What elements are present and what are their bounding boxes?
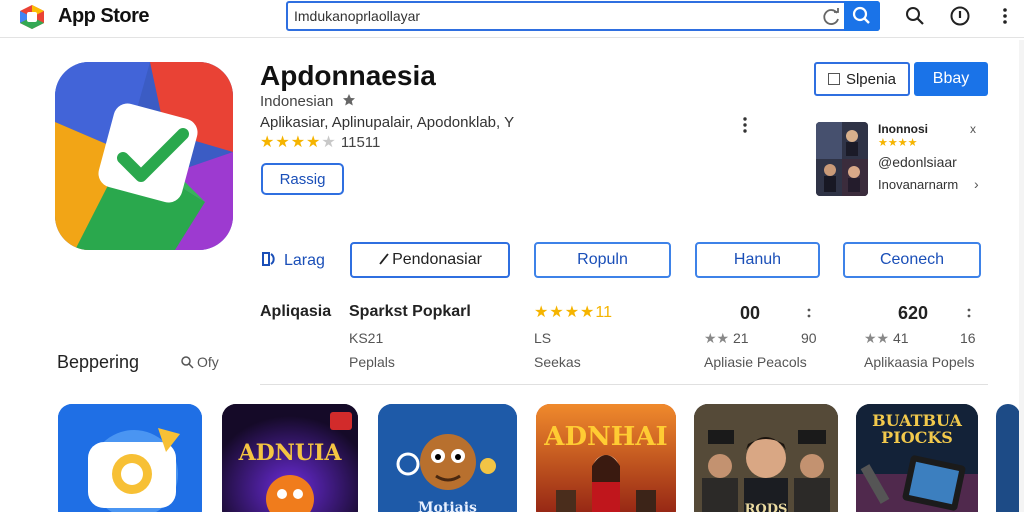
tile-adnuia-game[interactable]: ADNUIA: [222, 404, 358, 512]
tile-adnhai-game[interactable]: ADNHAI: [536, 404, 676, 512]
stat-col3-stars: ★★★★: [534, 304, 596, 321]
more-options-icon[interactable]: [737, 115, 753, 135]
share-button[interactable]: Slpenia: [814, 62, 910, 96]
rating-row: ★★★★★ 11511: [260, 132, 380, 152]
related-app-handle: @edonlsiaar: [878, 154, 957, 170]
refresh-icon[interactable]: [820, 6, 842, 28]
stat-col3-value: LS: [534, 330, 552, 346]
app-title: Apdonnaesia: [260, 60, 436, 91]
stat-col4-dots-icon: [807, 308, 811, 318]
language-label: Larag: [284, 252, 325, 269]
related-app-name: Inonnosi: [878, 122, 928, 136]
search-input[interactable]: [294, 5, 814, 27]
stat-col3-value-text: 11: [595, 304, 612, 321]
app-categories: Aplikasiar, Aplinupalair, Apodonklab, Y: [260, 114, 515, 131]
tab-hanuh[interactable]: Hanuh: [695, 242, 820, 278]
install-button[interactable]: Rassig: [261, 163, 344, 195]
camera-app-icon: [58, 404, 202, 512]
tab-ropuln[interactable]: Ropuln: [534, 242, 671, 278]
tile-title: RODS: [744, 502, 788, 512]
tab-pendonasiar[interactable]: Pendonasiar: [350, 242, 510, 278]
tile-title: ADNUIA: [238, 440, 342, 466]
stat-col2-title: Sparkst Popkarl: [349, 303, 471, 320]
stat-col3-sub: Seekas: [534, 354, 581, 370]
search-box[interactable]: [286, 1, 880, 31]
language-selector[interactable]: Larag: [260, 250, 325, 270]
tile-hero-game[interactable]: RODS: [694, 404, 838, 512]
tab-ceonech[interactable]: Ceonech: [843, 242, 981, 278]
tab-label: Ceonech: [879, 251, 945, 268]
pencil-icon: [379, 253, 389, 265]
info-icon[interactable]: [949, 5, 971, 27]
tile-monkey-game[interactable]: Motiais: [378, 404, 517, 512]
app-logo-icon: [55, 62, 233, 250]
app-store-logo-icon: [20, 5, 44, 29]
store-brand: App Store: [58, 5, 150, 27]
app-icon: [55, 62, 233, 250]
search-icon: [181, 356, 194, 369]
developer-name[interactable]: Indonesian: [260, 93, 333, 110]
language-icon: [262, 252, 275, 266]
stat-col5-value: 620: [898, 303, 929, 323]
stat-col5-rating: ★★ 41: [864, 330, 909, 346]
stat-col4-value: 00: [740, 303, 761, 323]
magnifier-icon[interactable]: [904, 5, 926, 27]
related-app-subtitle: Inovanarnarm: [878, 177, 959, 192]
section-search[interactable]: Ofy: [180, 354, 219, 370]
top-bar: App Store: [0, 0, 1024, 38]
search-button[interactable]: [844, 1, 880, 31]
tile-camera-app[interactable]: [58, 404, 202, 512]
tile-buatbua-game[interactable]: BUATBUA PIOCKS: [856, 404, 978, 512]
tab-label: Hanuh: [733, 251, 782, 268]
hero-game-art: [694, 404, 838, 512]
rating-count: 11511: [340, 134, 381, 151]
stat-col2-value: KS21: [349, 330, 384, 346]
divider: [260, 384, 988, 385]
developer-row: Indonesian: [260, 93, 356, 110]
tile-title: ADNHAI: [544, 422, 668, 452]
stat-col5-sub: Aplikaasia Popels: [864, 354, 975, 370]
scrollbar[interactable]: [1019, 40, 1024, 512]
tile-title: Motiais: [418, 500, 477, 512]
related-app-stars: ★★★★: [878, 137, 918, 149]
verified-star-icon: [342, 94, 355, 106]
chevron-right-icon[interactable]: ›: [974, 176, 979, 192]
stat-col5-dots-icon: [967, 308, 971, 318]
related-app-card[interactable]: Inonnosi x ★★★★ @edonlsiaar Inovanarnarm…: [814, 120, 994, 200]
stat-col1-title: Apliqasia: [260, 303, 332, 320]
buy-button[interactable]: Bbay: [914, 62, 988, 96]
tab-label: Pendonasiar: [392, 251, 482, 268]
stat-col4-sub: Apliasie Peacols: [704, 354, 807, 370]
more-vertical-icon[interactable]: [994, 5, 1016, 27]
section-search-label: Ofy: [197, 354, 219, 370]
rating-stars: ★★★★★: [260, 134, 337, 151]
stat-col4-side: 90: [801, 330, 817, 346]
share-icon: [827, 72, 840, 85]
search-icon: [852, 6, 870, 24]
stat-col3-rating: ★★★★11: [534, 302, 612, 322]
tile-title: BUATBUA PIOCKS: [872, 411, 962, 447]
share-label: Slpenia: [845, 70, 897, 88]
stat-col4-rating: ★★ 21: [704, 330, 749, 346]
dismiss-icon[interactable]: x: [970, 122, 976, 136]
stat-col2-sub: Peplals: [349, 354, 395, 370]
monkey-game-art: [378, 404, 517, 512]
tile-partial[interactable]: [996, 404, 1020, 512]
related-app-thumbnail: [816, 122, 868, 196]
adnhai-game-art: [536, 404, 676, 512]
tab-label: Ropuln: [577, 251, 628, 268]
section-title: Beppering: [57, 352, 140, 372]
stat-col5-side: 16: [960, 330, 976, 346]
